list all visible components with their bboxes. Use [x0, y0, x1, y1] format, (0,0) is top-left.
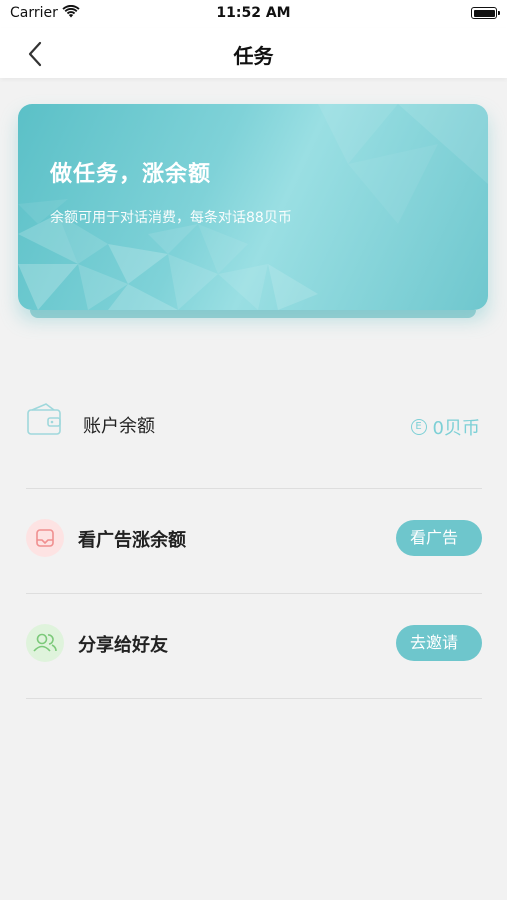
friends-icon — [26, 624, 64, 662]
status-bar: Carrier 11:52 AM — [0, 0, 507, 28]
task-row-watch-ad: 看广告涨余额 看广告 — [26, 519, 482, 559]
status-time: 11:52 AM — [216, 5, 291, 21]
battery-icon — [471, 7, 500, 19]
task-label: 分享给好友 — [78, 635, 168, 656]
invite-button[interactable]: 去邀请 — [396, 625, 482, 661]
page-title: 任务 — [233, 44, 274, 68]
wallet-icon — [27, 403, 61, 435]
divider — [26, 488, 482, 489]
task-banner-card: 做任务，涨余额 余额可用于对话消费，每条对话88贝币 — [18, 104, 488, 310]
account-balance-row: 账户余额 E 0贝币 — [26, 402, 482, 442]
balance-value: E 0贝币 — [410, 414, 480, 440]
divider — [26, 593, 482, 594]
balance-amount: 0贝币 — [432, 418, 480, 439]
watch-ad-button[interactable]: 看广告 — [396, 520, 482, 556]
ad-card-icon — [26, 519, 64, 557]
balance-label: 账户余额 — [83, 416, 155, 437]
banner-title: 做任务，涨余额 — [50, 162, 212, 187]
coin-icon: E — [410, 419, 427, 435]
divider — [26, 698, 482, 699]
nav-bar: 任务 — [0, 28, 507, 78]
banner-card-shadow — [30, 310, 476, 318]
task-row-share: 分享给好友 去邀请 — [26, 624, 482, 664]
banner-subtitle: 余额可用于对话消费，每条对话88贝币 — [50, 210, 292, 226]
task-label: 看广告涨余额 — [78, 530, 186, 551]
